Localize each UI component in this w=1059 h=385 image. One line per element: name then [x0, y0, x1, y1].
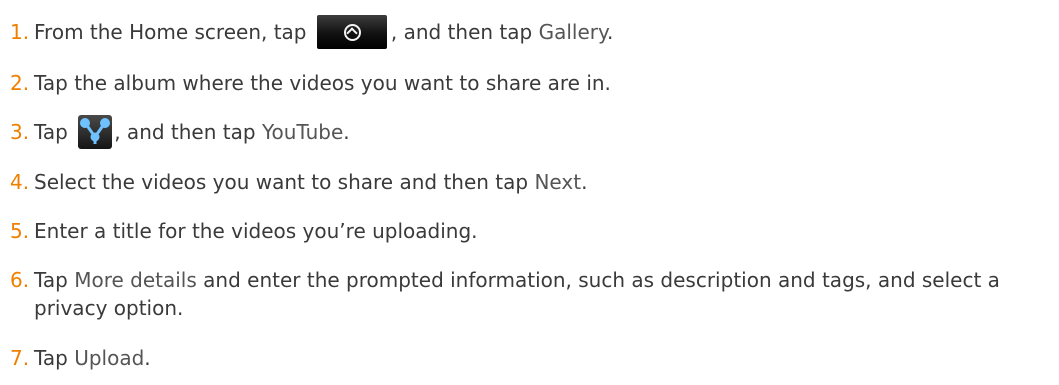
step-text: Select the videos you want to share and … — [34, 168, 587, 196]
step-number: 2. — [10, 71, 30, 95]
step-text-before: Tap — [34, 346, 68, 370]
step-text: Tap , and then tap YouTube. — [34, 114, 350, 149]
step-text: Tap Upload. — [34, 344, 151, 372]
step-text-end: . — [343, 120, 350, 144]
step-text-after: , and then tap — [114, 120, 256, 144]
step-number: 3. — [10, 120, 30, 144]
step-text: Tap More details and enter the prompted … — [34, 266, 1044, 322]
step-text-before: Tap — [34, 268, 68, 292]
step-text-before: Select the videos you want to share and … — [34, 170, 529, 194]
step-text: Enter a title for the videos you’re uplo… — [34, 219, 478, 243]
step-number: 7. — [10, 346, 30, 370]
step-text-after: , and then tap — [390, 20, 533, 44]
ui-label-gallery: Gallery — [538, 20, 607, 44]
step-text-end: . — [606, 20, 614, 44]
step-text: Tap the album where the videos you want … — [34, 71, 611, 95]
all-apps-icon — [316, 14, 387, 49]
step-number: 5. — [10, 219, 30, 243]
step-text-end: . — [144, 346, 151, 370]
share-icon — [78, 114, 113, 149]
step-number: 6. — [10, 268, 30, 292]
step-text-end: . — [581, 170, 588, 194]
step-text-before: Tap — [34, 120, 68, 144]
ui-label-more-details: More details — [74, 268, 197, 292]
ui-label-next: Next — [534, 170, 582, 194]
step-number: 4. — [10, 170, 30, 194]
instruction-steps: 1. From the Home screen, tap , and then … — [0, 0, 1059, 385]
step-text-before: From the Home screen, tap — [34, 20, 307, 44]
step-number: 1. — [10, 20, 30, 44]
step-text: From the Home screen, tap , and then tap… — [34, 14, 614, 49]
ui-label-upload: Upload — [74, 346, 145, 370]
ui-label-youtube: YouTube — [261, 120, 344, 144]
